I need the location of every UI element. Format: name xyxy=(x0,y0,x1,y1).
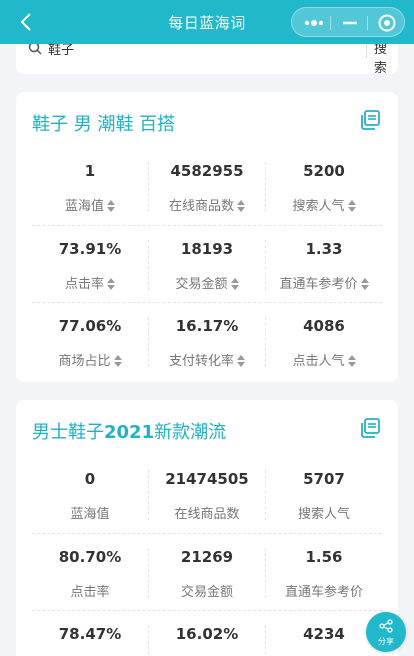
metric-blue-ocean-value: 0 蓝海值 xyxy=(32,456,148,533)
metric-label: 点击率 xyxy=(70,585,110,600)
metric-value: 5200 xyxy=(303,162,345,180)
metric-label-with-sort[interactable]: 交易金额 xyxy=(149,273,265,292)
metric-label-with-sort[interactable]: 搜索人气 xyxy=(266,195,382,214)
copy-icon[interactable] xyxy=(358,108,382,132)
metric-label-with-sort[interactable]: 直通车参考价 xyxy=(266,273,382,292)
metric-value: 16.02% xyxy=(175,625,239,643)
metric-ad-reference-price: 1.33 直通车参考价 xyxy=(266,226,382,303)
share-button[interactable]: 分享 xyxy=(366,612,406,652)
keyword-title-part: 新款潮流 xyxy=(154,422,227,443)
metric-value: 0 xyxy=(84,470,96,488)
metric-label-with-sort[interactable]: 支付转化率 xyxy=(149,350,265,369)
keyword-title: 鞋子 男 潮鞋 百搭 xyxy=(32,114,176,135)
metric-value: 78.47% xyxy=(58,625,122,643)
sort-icon[interactable] xyxy=(347,355,356,367)
metric-label-with-sort[interactable]: 点击率 xyxy=(32,273,148,292)
metric-value: 4234 xyxy=(303,625,345,643)
metrics-row: 0 蓝海值 21474505 在线商品数 5707 搜索人气 xyxy=(32,456,382,533)
metric-transaction-amount: 21269 交易金额 xyxy=(149,534,265,611)
metrics-grid: 1 蓝海值 4582955 在线商品数 5200 搜索人气 73.91% 点击率… xyxy=(32,148,382,379)
metric-value: 16.17% xyxy=(175,317,239,335)
minimize-icon[interactable] xyxy=(331,8,369,38)
metric-blue-ocean-value: 1 蓝海值 xyxy=(32,148,148,225)
sort-icon[interactable] xyxy=(237,355,245,367)
keyword-title-part: 男士鞋子 xyxy=(32,422,104,443)
metric-transaction-amount: 18193 交易金额 xyxy=(149,226,265,303)
keyword-title-year: 2021 xyxy=(104,422,155,443)
metric-payment-conversion: 16.02% xyxy=(149,611,265,656)
metric-value: 4582955 xyxy=(170,162,244,180)
metric-click-rate: 80.70% 点击率 xyxy=(32,534,148,611)
metric-value: 80.70% xyxy=(58,548,122,566)
metrics-row: 80.70% 点击率 21269 交易金额 1.56 直通车参考价 xyxy=(32,533,382,610)
metric-value: 1.33 xyxy=(305,240,343,258)
sort-icon[interactable] xyxy=(107,278,115,290)
sort-icon[interactable] xyxy=(237,200,245,212)
metric-search-popularity: 5200 搜索人气 xyxy=(266,148,382,225)
metric-label: 支付转化率 xyxy=(168,354,234,369)
metric-click-popularity: 4086 点击人气 xyxy=(266,303,382,380)
metric-value: 4086 xyxy=(303,317,345,335)
metric-label-with-sort[interactable]: 在线商品数 xyxy=(149,195,265,214)
sort-icon[interactable] xyxy=(360,278,369,290)
metrics-grid: 0 蓝海值 21474505 在线商品数 5707 搜索人气 80.70% 点击… xyxy=(32,456,382,656)
metric-value: 21474505 xyxy=(165,470,249,488)
metric-label: 商场占比 xyxy=(58,354,111,369)
sort-icon[interactable] xyxy=(107,200,115,212)
metric-search-popularity: 5707 搜索人气 xyxy=(266,456,382,533)
keyword-title: 男士鞋子2021新款潮流 xyxy=(32,418,226,444)
metric-label-with-sort[interactable]: 商场占比 xyxy=(32,350,148,369)
metrics-row: 1 蓝海值 4582955 在线商品数 5200 搜索人气 xyxy=(32,148,382,225)
keyword-card: 男士鞋子2021新款潮流 0 蓝海值 21474505 在线商品数 5707 搜… xyxy=(16,400,398,656)
metric-label-with-sort[interactable]: 蓝海值 xyxy=(32,195,148,214)
metrics-row: 73.91% 点击率 18193 交易金额 1.33 直通车参考价 xyxy=(32,225,382,302)
metric-label: 点击人气 xyxy=(292,354,345,369)
metric-click-popularity: 4234 xyxy=(266,611,382,656)
metric-label: 搜索人气 xyxy=(292,199,345,214)
metric-mall-share: 78.47% xyxy=(32,611,148,656)
metric-value: 21269 xyxy=(180,548,234,566)
metrics-row: 78.47% 16.02% 4234 xyxy=(32,610,382,656)
metric-ad-reference-price: 1.56 直通车参考价 xyxy=(266,534,382,611)
metric-label: 在线商品数 xyxy=(168,199,234,214)
mini-program-capsule xyxy=(291,7,405,37)
sort-icon[interactable] xyxy=(113,355,122,367)
metric-value: 73.91% xyxy=(58,240,122,258)
metric-click-rate: 73.91% 点击率 xyxy=(32,226,148,303)
metrics-row: 77.06% 商场占比 16.17% 支付转化率 4086 点击人气 xyxy=(32,302,382,379)
copy-icon[interactable] xyxy=(358,416,382,440)
close-target-icon[interactable] xyxy=(368,8,406,38)
metric-online-products: 21474505 在线商品数 xyxy=(149,456,265,533)
share-label: 分享 xyxy=(378,637,394,646)
metric-value: 5707 xyxy=(303,470,345,488)
more-icon[interactable] xyxy=(294,8,332,38)
sort-icon[interactable] xyxy=(230,278,239,290)
metric-label: 蓝海值 xyxy=(64,199,104,214)
metric-value: 77.06% xyxy=(58,317,122,335)
metric-label: 点击率 xyxy=(64,277,104,292)
metric-online-products: 4582955 在线商品数 xyxy=(149,148,265,225)
metric-mall-share: 77.06% 商场占比 xyxy=(32,303,148,380)
metric-value: 18193 xyxy=(180,240,234,258)
share-icon xyxy=(379,619,393,633)
metric-value: 1.56 xyxy=(305,548,343,566)
metric-label: 搜索人气 xyxy=(297,507,350,522)
metric-label: 交易金额 xyxy=(175,277,228,292)
metric-value: 1 xyxy=(84,162,96,180)
sort-icon[interactable] xyxy=(347,200,356,212)
metric-label: 直通车参考价 xyxy=(279,277,358,292)
metric-payment-conversion: 16.17% 支付转化率 xyxy=(149,303,265,380)
metric-label: 交易金额 xyxy=(180,585,233,600)
metric-label: 蓝海值 xyxy=(70,507,110,522)
metric-label: 直通车参考价 xyxy=(284,585,363,600)
top-nav-bar: 每日蓝海词 xyxy=(0,0,414,44)
metric-label: 在线商品数 xyxy=(174,507,240,522)
metric-label-with-sort[interactable]: 点击人气 xyxy=(266,350,382,369)
keyword-card: 鞋子 男 潮鞋 百搭 1 蓝海值 4582955 在线商品数 5200 搜索人气 xyxy=(16,92,398,382)
